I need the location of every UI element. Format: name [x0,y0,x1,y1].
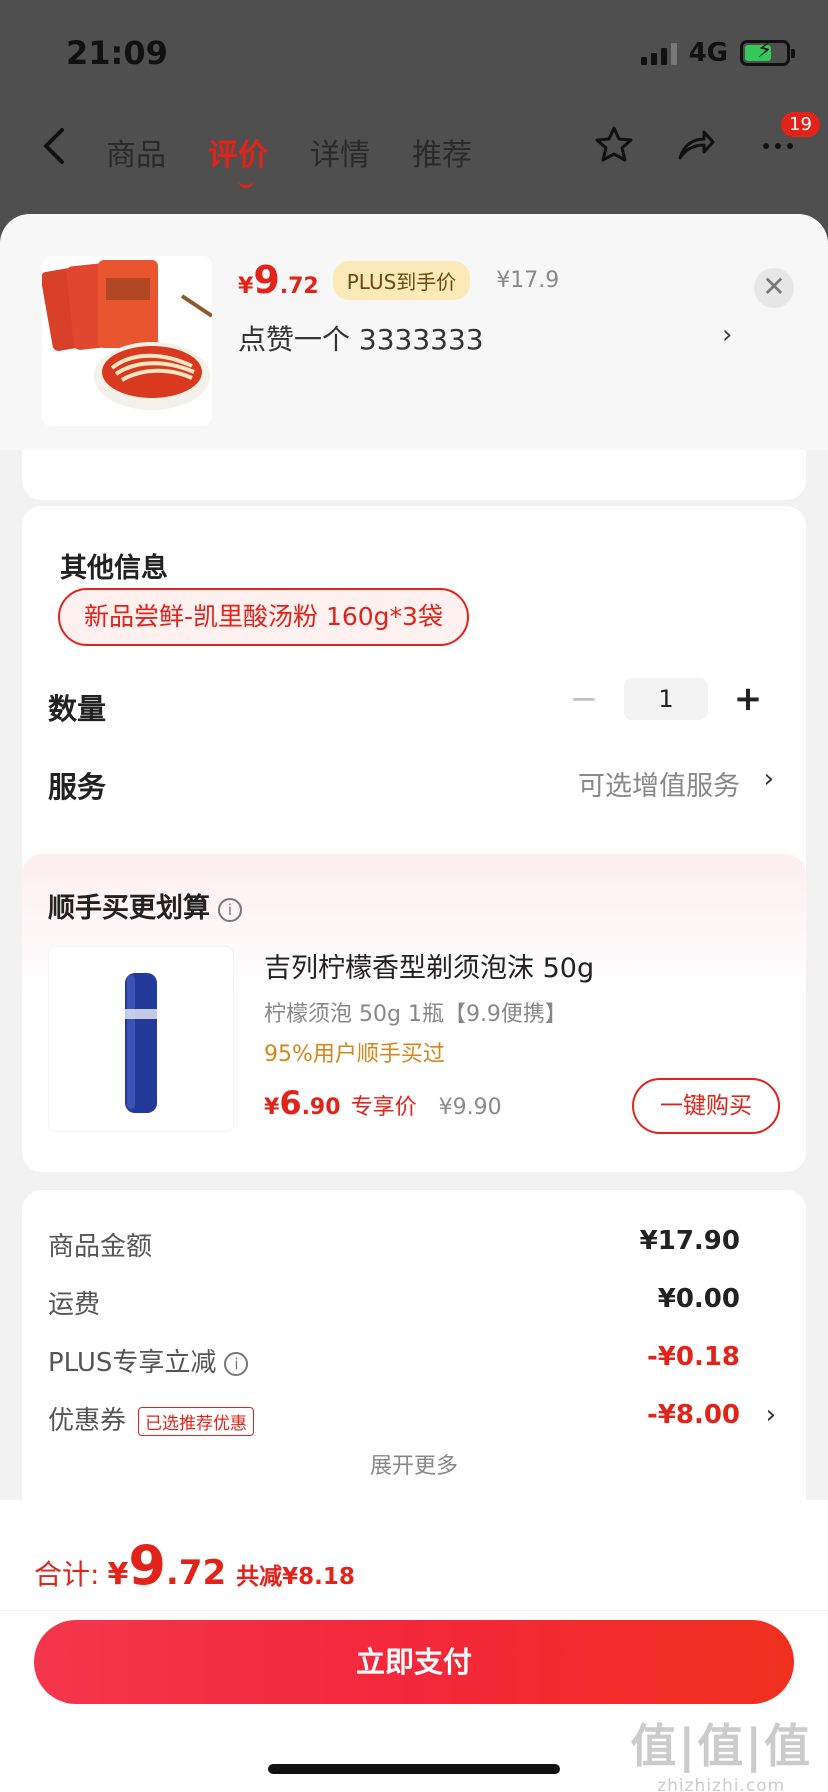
upsell-card: 顺手买更划算 i 吉列柠檬香型剃须泡沫 50g 柠檬须泡 50g 1瓶【9.9便携… [22,854,806,1172]
upsell-hint: 95%用户顺手买过 [264,1042,445,1067]
selected-spec[interactable]: 点赞一个 3333333 [238,318,484,358]
chevron-right-icon[interactable]: › [766,1400,776,1430]
upsell-product-spec: 柠檬须泡 50g 1瓶【9.9便携】 [264,1002,567,1027]
price-summary-card: 商品金额 ¥17.90 运费 ¥0.00 PLUS专享立减 i -¥0.18 优惠… [22,1190,806,1530]
tab-goods[interactable]: 商品 [106,130,166,174]
summary-row-shipping: 运费 ¥0.00 [48,1284,740,1320]
expand-more-link[interactable]: 展开更多 [22,1448,806,1480]
info-icon[interactable]: i [224,1351,249,1376]
summary-row-subtotal: 商品金额 ¥17.90 [48,1226,740,1262]
back-icon[interactable] [40,126,68,176]
upsell-product-name[interactable]: 吉列柠檬香型剃须泡沫 50g [264,946,594,985]
battery-icon: ⚡ [740,38,795,66]
home-indicator [268,1764,560,1774]
summary-row-coupon[interactable]: 优惠券 已选推荐优惠 -¥8.00 › [48,1400,780,1440]
close-button[interactable]: ✕ [754,268,794,308]
chevron-right-icon[interactable]: › [722,320,732,350]
nav-tabs: 商品 评价 详情 推荐 [106,130,472,188]
message-badge: 19 [781,112,820,137]
site-watermark: 值|值|值 zhizhizhi.com [630,1719,812,1792]
plus-price-tag: PLUS到手价 [332,260,471,300]
quantity-stepper: − 1 + [564,678,768,720]
variant-chip[interactable]: 新品尝鲜-凯里酸汤粉 160g*3袋 [58,588,469,646]
nav-actions: 19 [594,112,820,174]
quantity-label: 数量 [48,692,107,726]
service-value[interactable]: 可选增值服务 [578,764,740,803]
original-price: ¥17.9 [496,267,560,293]
quantity-value[interactable]: 1 [624,678,708,720]
selected-price: ¥ 9 .72 PLUS到手价 ¥17.9 [238,258,560,302]
tab-details[interactable]: 详情 [310,130,370,174]
signal-icon [640,41,677,65]
divider [0,1610,828,1611]
pay-now-button[interactable]: 立即支付 [34,1620,794,1704]
status-bar: 21:09 4G ⚡ [0,0,828,100]
total-saved: 共减¥8.18 [236,1564,355,1590]
previous-card-bottom [22,450,806,500]
plus-button[interactable]: + [728,679,768,719]
product-thumbnail [42,256,212,426]
one-click-buy-button[interactable]: 一键购买 [632,1078,780,1134]
network-type: 4G [688,38,728,68]
total-price: 合计: ¥ 9 .72 共减¥8.18 [34,1534,355,1597]
upsell-product-image[interactable] [48,946,234,1132]
more-icon[interactable]: 19 [758,112,820,174]
share-icon[interactable] [676,124,716,174]
star-icon[interactable] [594,124,634,174]
chevron-right-icon[interactable]: › [764,764,774,794]
summary-row-plus-discount: PLUS专享立减 i -¥0.18 [48,1342,740,1378]
checkout-footer: 合计: ¥ 9 .72 共减¥8.18 立即支付 值|值|值 zhizhizhi… [0,1500,828,1792]
selected-product-header: ¥ 9 .72 PLUS到手价 ¥17.9 点赞一个 3333333 › ✕ [0,214,828,450]
tab-reviews[interactable]: 评价 [208,130,268,188]
info-icon[interactable]: i [218,897,242,922]
status-indicators: 4G ⚡ [640,38,795,68]
tab-recommend[interactable]: 推荐 [412,130,472,174]
product-nav-bar: 商品 评价 详情 推荐 19 [0,110,828,190]
other-info-title: 其他信息 [60,553,168,584]
service-label: 服务 [48,770,107,804]
minus-button[interactable]: − [564,679,604,719]
status-time: 21:09 [66,34,168,72]
upsell-title: 顺手买更划算 i [48,886,242,925]
upsell-price: ¥ 6 .90 专享价 ¥9.90 [264,1084,502,1122]
coupon-tag: 已选推荐优惠 [138,1407,255,1436]
